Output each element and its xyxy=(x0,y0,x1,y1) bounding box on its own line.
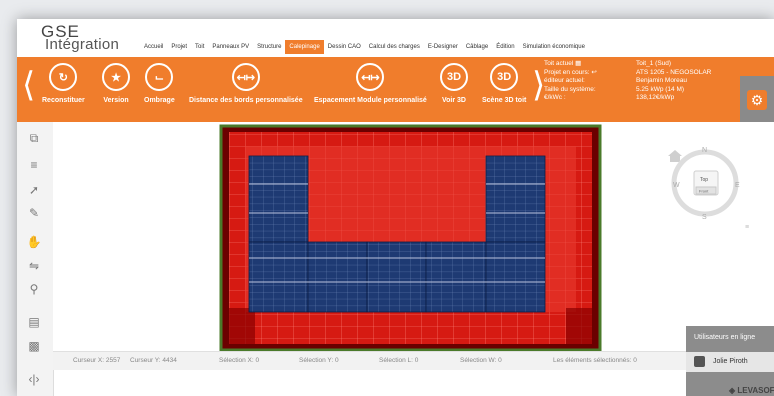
user-avatar-icon xyxy=(694,356,705,367)
menu-item-structure[interactable]: Structure xyxy=(253,40,285,54)
copy-layers-icon[interactable]: ⧉ xyxy=(25,131,43,145)
panel-block[interactable] xyxy=(485,241,546,313)
menu-item-toit[interactable]: Toit xyxy=(191,40,208,54)
panel-block[interactable] xyxy=(248,155,309,243)
compass-n: N xyxy=(702,147,707,154)
shading-icon: ⌙ xyxy=(145,63,174,91)
compass-widget[interactable]: N S W E Top Front xyxy=(671,147,740,221)
spacing-icon: ↤↦ xyxy=(356,63,385,91)
roof-icon: ▦ xyxy=(575,60,582,67)
reconstituer-button[interactable]: ↻ Reconstituer xyxy=(42,63,85,104)
menu-item-calcul-des-charges[interactable]: Calcul des charges xyxy=(365,40,424,54)
panel-block[interactable] xyxy=(425,241,487,313)
prix-value: 138,12€/kWp xyxy=(636,94,675,101)
view-3d-icon: 3D xyxy=(440,63,468,91)
flip-icon[interactable]: ⇋ xyxy=(25,259,43,273)
app-window: GSE Intégration Accueil Projet Toit Panneau… xyxy=(17,19,774,396)
toolbar-prev-arrow[interactable]: ⟨ xyxy=(22,68,35,102)
corner-zone-bl xyxy=(229,308,255,344)
levasoft-logo: ◈ LEVASOFT xyxy=(729,386,774,395)
compass-s: S xyxy=(702,214,707,221)
scene-3d-icon: 3D xyxy=(490,63,519,91)
selection-x: Sélection X: 0 xyxy=(219,357,260,364)
selection-w: Sélection W: 0 xyxy=(460,357,502,364)
compass-w: W xyxy=(673,182,680,189)
prix-label: €/kWc : xyxy=(544,94,566,101)
collapse-chevron-icon[interactable]: ≡ xyxy=(745,224,749,231)
online-users-title: Utilisateurs en ligne xyxy=(694,334,756,341)
selected-elements: Les éléments sélectionnés: 0 xyxy=(553,357,637,364)
home-icon[interactable] xyxy=(668,150,682,162)
layout-canvas[interactable]: N S W E Top Front ≡ xyxy=(53,122,774,369)
distance-icon: ↤↦ xyxy=(231,63,260,91)
online-user-name: Jolie Piroth xyxy=(713,358,748,365)
version-label: Version xyxy=(103,97,129,104)
editeur-label: éditeur actuel: xyxy=(544,77,585,84)
status-bar: Curseur X: 2557 Curseur Y: 4434 Sélectio… xyxy=(53,351,703,370)
menu-item-e-designer[interactable]: E-Designer xyxy=(424,40,462,54)
levasoft-text: LEVASOFT xyxy=(737,386,774,395)
cursor-y: Curseur Y: 4434 xyxy=(130,357,177,364)
keyboard-icon[interactable]: ▩ xyxy=(25,339,43,353)
selection-y: Sélection Y: 0 xyxy=(299,357,339,364)
taille-label: Taille du système: xyxy=(544,85,596,93)
main-menu: Accueil Projet Toit Panneaux PV Structure Cal… xyxy=(140,40,589,54)
editeur-value: Benjamin Moreau xyxy=(636,77,687,84)
view-front-label[interactable]: Front xyxy=(699,189,709,194)
menu-item-calepinage[interactable]: Calepinage xyxy=(285,40,324,54)
refresh-icon: ↻ xyxy=(49,63,78,91)
reconstituer-label: Reconstituer xyxy=(42,97,85,104)
panel-block[interactable] xyxy=(248,241,309,313)
selection-l: Sélection L: 0 xyxy=(379,357,419,364)
ombrage-label: Ombrage xyxy=(144,97,175,104)
cursor-x: Curseur X: 2557 xyxy=(73,357,121,364)
menu-lines-icon[interactable]: ≡ xyxy=(25,158,43,172)
taille-value: 5.25 kWp (14 M) xyxy=(636,85,685,93)
projet-value: ATS 1205 - NEGOSOLAR xyxy=(636,68,712,76)
project-info-panel: Toit actuel ▦ Toit_1 (Sud) Projet en cour… xyxy=(544,60,740,119)
scene-3d-label: Scène 3D toit xyxy=(482,97,527,104)
menu-item-panneaux-pv[interactable]: Panneaux PV xyxy=(208,40,253,54)
menu-item-simulation-économique[interactable]: Simulation économique xyxy=(519,40,589,54)
select-pointer-icon[interactable]: ➚ xyxy=(25,183,43,197)
compass-e: E xyxy=(735,182,740,189)
version-icon: ★ xyxy=(102,63,130,91)
projet-label: Projet en cours: xyxy=(544,68,590,76)
login-icon: ↩ xyxy=(591,68,597,76)
pen-icon[interactable]: ✎ xyxy=(25,206,43,220)
menu-item-accueil[interactable]: Accueil xyxy=(140,40,167,54)
distance-bords-button[interactable]: ↤↦ Distance des bords personnalisée xyxy=(189,63,303,104)
menu-item-projet[interactable]: Projet xyxy=(167,40,191,54)
gear-icon[interactable]: ⚙ xyxy=(747,90,767,110)
corner-zone-br xyxy=(566,308,592,344)
search-icon[interactable]: ⚲ xyxy=(25,282,43,296)
gse-logo[interactable]: GSE Intégration xyxy=(41,23,133,53)
toit-value: Toit_1 (Sud) xyxy=(636,60,672,67)
roof-drawing[interactable]: N S W E Top Front ≡ xyxy=(53,122,774,369)
menu-item-c-blage[interactable]: Câblage xyxy=(462,40,492,54)
logo-integration-text: Intégration xyxy=(45,36,120,53)
menu-item-édition[interactable]: Édition xyxy=(492,40,518,54)
espacement-label: Espacement Module personnalisé xyxy=(314,97,427,104)
move-handle-icon[interactable]: ‹|› xyxy=(25,372,43,386)
hand-pan-icon[interactable]: ✋ xyxy=(25,235,43,249)
espacement-module-button[interactable]: ↤↦ Espacement Module personnalisé xyxy=(314,63,427,104)
panel-block[interactable] xyxy=(307,241,368,313)
column-icon[interactable]: ▤ xyxy=(25,315,43,329)
panel-block[interactable] xyxy=(485,155,546,243)
menu-item-dessin-cao[interactable]: Dessin CAO xyxy=(324,40,365,54)
version-button[interactable]: ★ Version xyxy=(102,63,130,104)
panel-block[interactable] xyxy=(366,241,427,313)
top-navigation: GSE Intégration Accueil Projet Toit Panneau… xyxy=(17,19,774,57)
voir-3d-button[interactable]: 3D Voir 3D xyxy=(440,63,468,104)
left-toolbar: ⧉ ≡ ➚ ✎ ✋ ⇋ ⚲ ▤ ▩ ‹|› xyxy=(17,122,54,396)
distance-label: Distance des bords personnalisée xyxy=(189,97,303,104)
online-user-row[interactable]: Jolie Piroth xyxy=(686,352,774,372)
voir-3d-label: Voir 3D xyxy=(442,97,466,104)
ombrage-button[interactable]: ⌙ Ombrage xyxy=(144,63,175,104)
view-top-label[interactable]: Top xyxy=(700,177,708,183)
scene-3d-button[interactable]: 3D Scène 3D toit xyxy=(482,63,526,104)
toit-label: Toit actuel xyxy=(544,60,574,67)
